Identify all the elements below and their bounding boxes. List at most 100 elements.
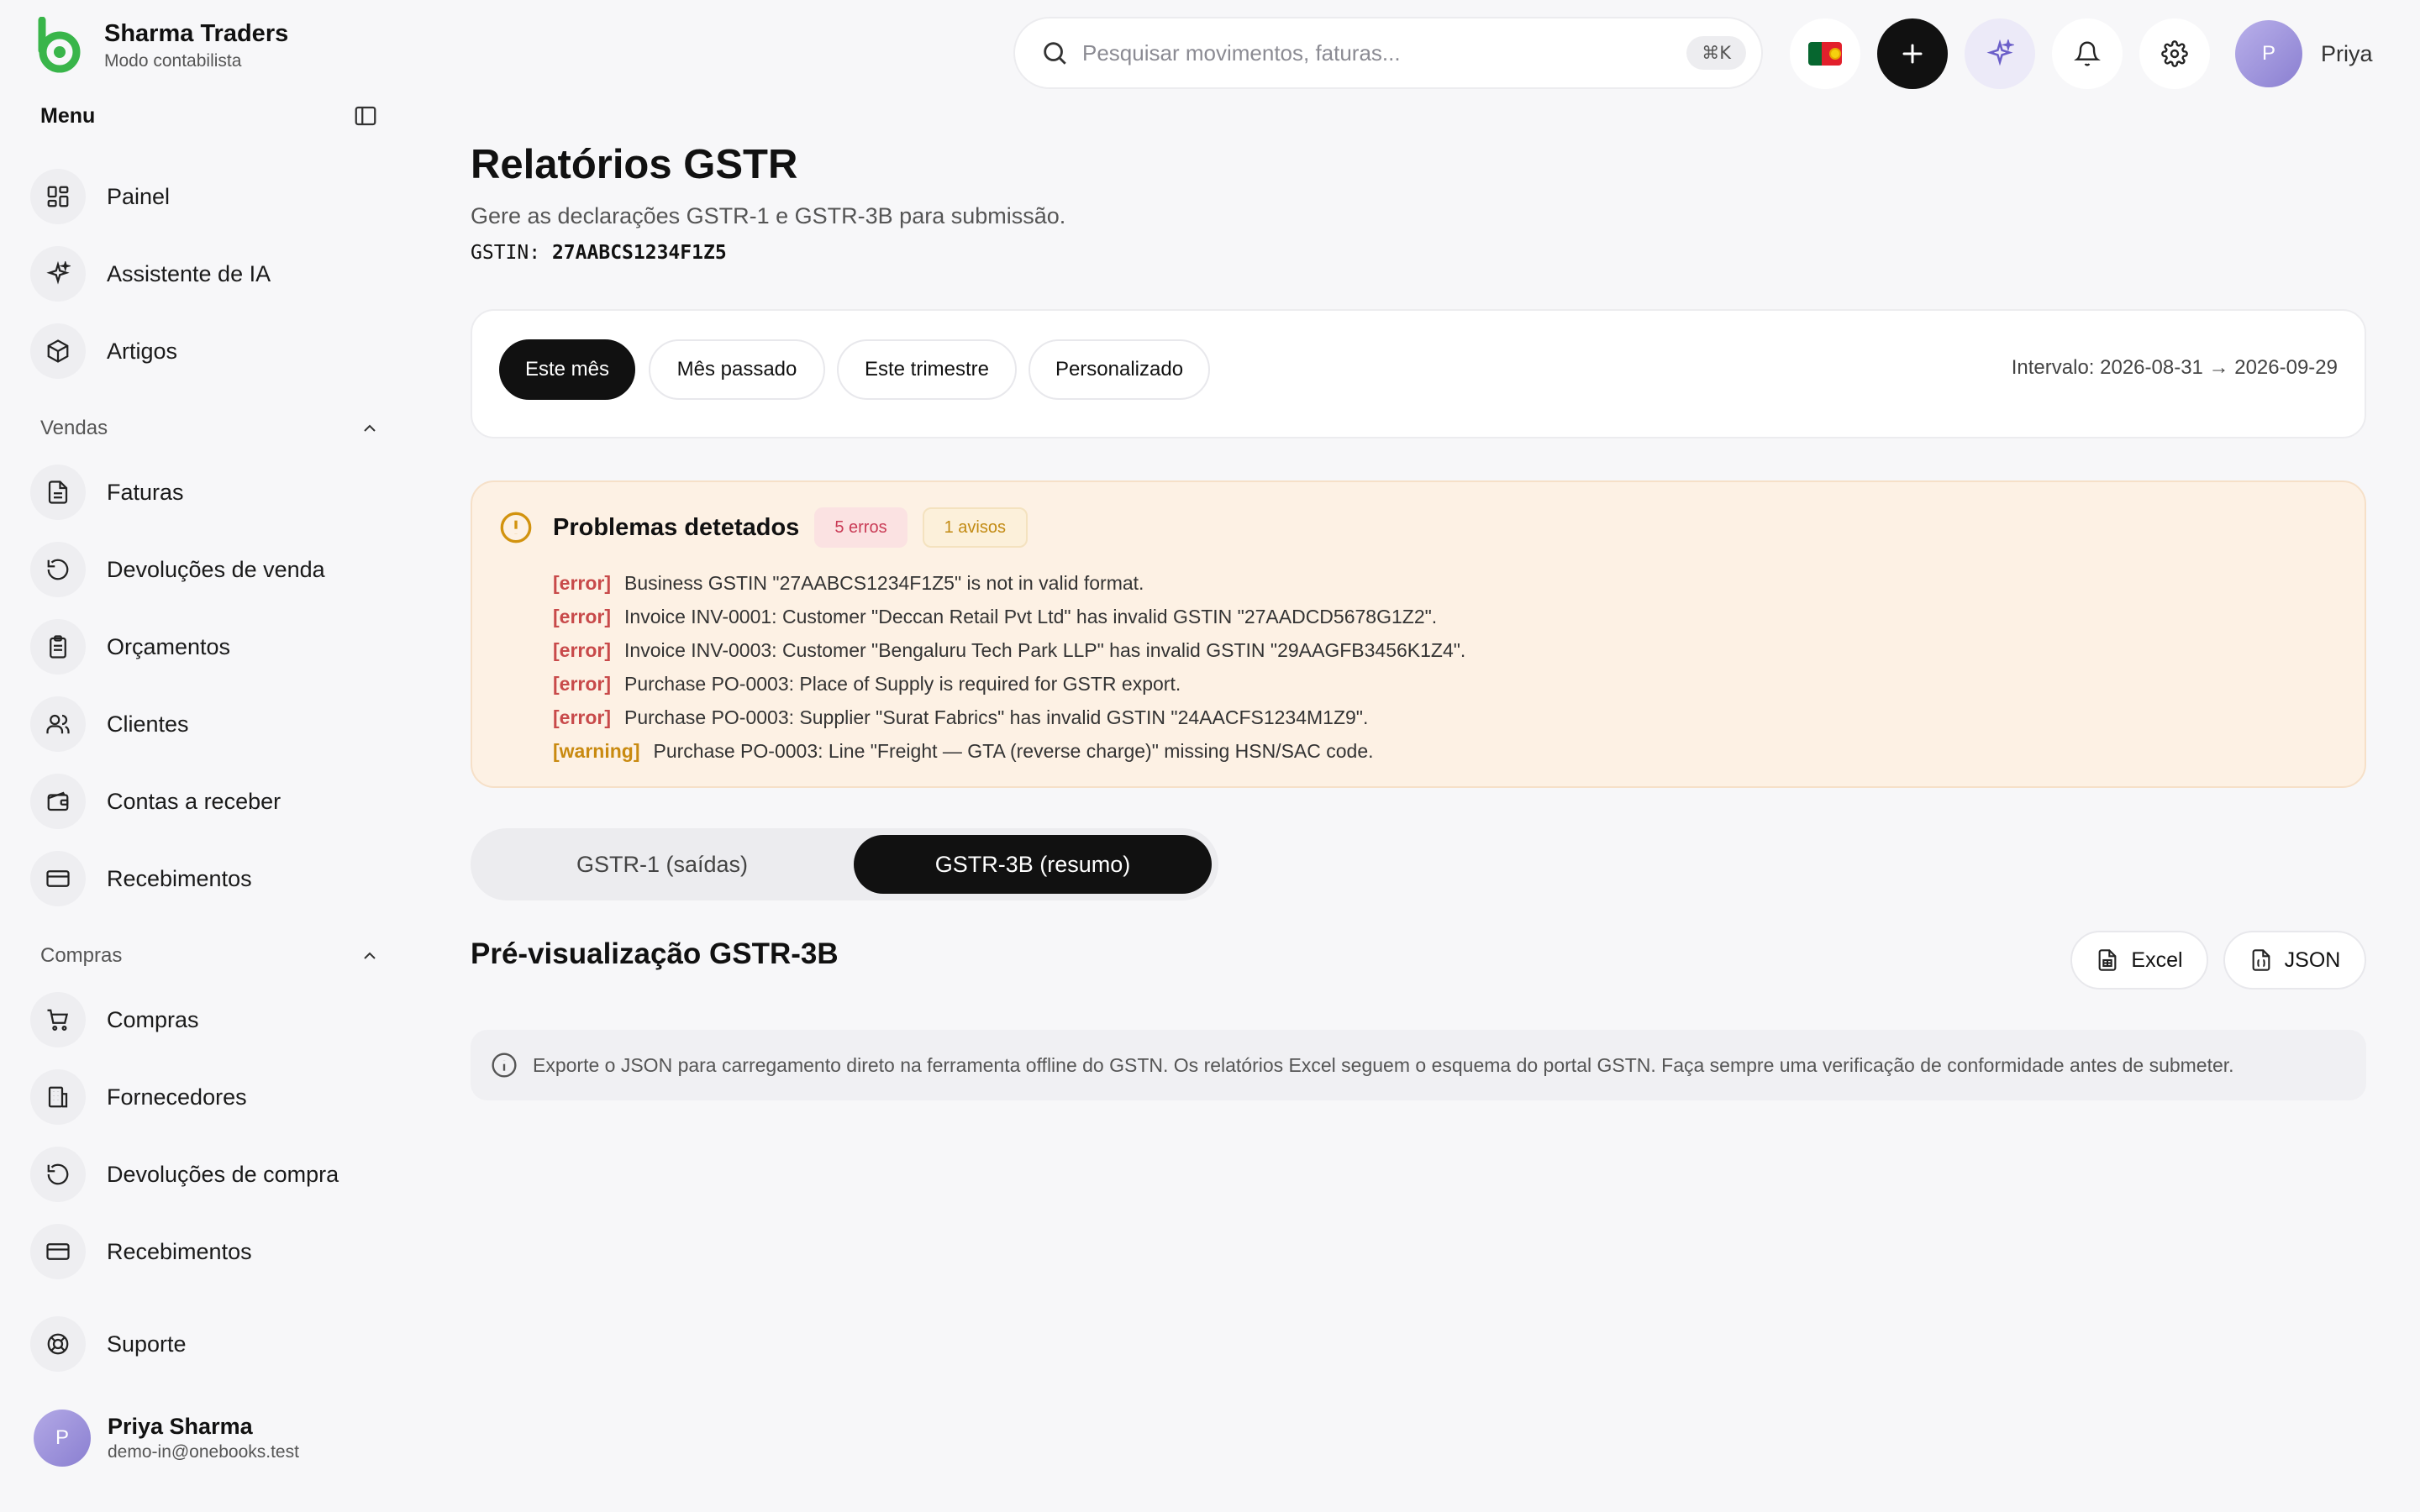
bell-icon	[2074, 41, 2101, 66]
sidebar-toggle-button[interactable]	[351, 102, 380, 130]
section-compras-header[interactable]: Compras	[40, 942, 380, 970]
sidebar-item-contas-receber[interactable]: Contas a receber	[30, 771, 383, 832]
dashboard-icon	[30, 169, 86, 224]
building-icon	[30, 1069, 86, 1125]
tab-gstr3b[interactable]: GSTR-3B (resumo)	[854, 835, 1212, 894]
date-range-text: Intervalo: 2026-08-31 → 2026-09-29	[2011, 356, 2338, 379]
issue-item: [warning] Purchase PO-0003: Line "Freight…	[553, 734, 1465, 768]
sidebar-user-card[interactable]: P Priya Sharma demo-in@onebooks.test	[34, 1410, 299, 1467]
issue-tag: [warning]	[553, 739, 640, 762]
sidebar-item-label: Contas a receber	[107, 788, 281, 814]
sidebar-item-label: Compras	[107, 1006, 199, 1032]
period-this-month-button[interactable]: Este mês	[499, 339, 635, 400]
sidebar-item-label: Devoluções de venda	[107, 556, 325, 582]
sidebar-item-label: Assistente de IA	[107, 260, 271, 286]
plus-icon	[1902, 44, 1923, 64]
export-json-label: JSON	[2284, 948, 2341, 972]
issue-tag: [error]	[553, 672, 612, 695]
sidebar-item-suporte[interactable]: Suporte	[30, 1314, 383, 1374]
notifications-button[interactable]	[2052, 18, 2123, 89]
ai-assistant-button[interactable]	[1965, 18, 2035, 89]
issue-text: Purchase PO-0003: Place of Supply is req…	[624, 672, 1181, 695]
chevron-up-icon	[364, 424, 376, 432]
sparkles-icon	[30, 246, 86, 302]
tab-gstr1[interactable]: GSTR-1 (saídas)	[477, 835, 847, 894]
warnings-badge: 1 avisos	[922, 507, 1028, 548]
issue-list: [error] Business GSTIN "27AABCS1234F1Z5" …	[553, 566, 1465, 768]
page-title: Relatórios GSTR	[471, 142, 798, 187]
sparkles-icon	[1986, 39, 2014, 66]
sidebar-item-recebimentos-compras[interactable]: Recebimentos	[30, 1221, 383, 1282]
issue-text: Invoice INV-0003: Customer "Bengaluru Te…	[624, 638, 1466, 661]
sidebar-item-label: Artigos	[107, 338, 178, 364]
sidebar-item-fornecedores[interactable]: Fornecedores	[30, 1067, 383, 1127]
wallet-icon	[30, 774, 86, 829]
sidebar-item-artigos[interactable]: Artigos	[30, 321, 383, 381]
issue-tag: [error]	[553, 571, 612, 594]
period-this-quarter-button[interactable]: Este trimestre	[837, 339, 1017, 400]
clipboard-icon	[30, 619, 86, 675]
language-button[interactable]	[1790, 18, 1860, 89]
issue-item: [error] Invoice INV-0001: Customer "Decca…	[553, 600, 1465, 633]
card-icon	[30, 1224, 86, 1279]
sidebar-item-clientes[interactable]: Clientes	[30, 694, 383, 754]
export-excel-label: Excel	[2131, 948, 2183, 972]
brand[interactable]: Sharma Traders Modo contabilista	[30, 17, 288, 76]
sidebar-item-devolucoes-venda[interactable]: Devoluções de venda	[30, 539, 383, 600]
menu-header: Menu	[40, 101, 380, 131]
sidebar-item-assistente[interactable]: Assistente de IA	[30, 244, 383, 304]
sidebar-item-label: Suporte	[107, 1331, 187, 1357]
sidebar-item-orcamentos[interactable]: Orçamentos	[30, 617, 383, 677]
gstin-line: GSTIN: 27AABCS1234F1Z5	[471, 242, 727, 264]
sidebar-item-compras[interactable]: Compras	[30, 990, 383, 1050]
user-email: demo-in@onebooks.test	[108, 1442, 299, 1462]
issue-text: Business GSTIN "27AABCS1234F1Z5" is not …	[624, 571, 1144, 594]
issue-tag: [error]	[553, 706, 612, 728]
period-last-month-button[interactable]: Mês passado	[649, 339, 825, 400]
box-icon	[30, 323, 86, 379]
export-excel-button[interactable]: Excel	[2070, 931, 2208, 990]
period-custom-button[interactable]: Personalizado	[1028, 339, 1210, 400]
user-name: Priya	[2321, 40, 2373, 66]
gstin-label: GSTIN:	[471, 242, 541, 264]
users-icon	[30, 696, 86, 752]
section-vendas-header[interactable]: Vendas	[40, 414, 380, 443]
card-icon	[30, 851, 86, 906]
issue-text: Purchase PO-0003: Supplier "Surat Fabric…	[624, 706, 1369, 728]
sidebar-item-painel[interactable]: Painel	[30, 166, 383, 227]
brand-name: Sharma Traders	[104, 20, 289, 47]
user-name: Priya Sharma	[108, 1414, 253, 1439]
menu-label: Menu	[40, 103, 96, 128]
cart-icon	[30, 992, 86, 1047]
issue-tag: [error]	[553, 638, 612, 661]
info-icon	[492, 1053, 517, 1078]
info-banner: Exporte o JSON para carregamento direto …	[471, 1030, 2366, 1100]
sidebar-item-devolucoes-compra[interactable]: Devoluções de compra	[30, 1144, 383, 1205]
lifebuoy-icon	[30, 1316, 86, 1372]
chevron-up-icon	[364, 952, 376, 959]
sidebar-item-recebimentos-vendas[interactable]: Recebimentos	[30, 848, 383, 909]
sidebar-item-label: Fornecedores	[107, 1084, 247, 1110]
issue-tag: [error]	[553, 605, 612, 627]
sidebar-item-label: Recebimentos	[107, 1238, 252, 1264]
spreadsheet-icon	[2099, 949, 2117, 971]
sidebar-item-faturas[interactable]: Faturas	[30, 462, 383, 522]
gear-icon	[2161, 40, 2188, 67]
add-button[interactable]	[1877, 18, 1948, 89]
issue-item: [error] Business GSTIN "27AABCS1234F1Z5" …	[553, 566, 1465, 600]
settings-button[interactable]	[2139, 18, 2210, 89]
search-input[interactable]	[1082, 39, 1687, 66]
sidebar-item-label: Devoluções de compra	[107, 1161, 339, 1187]
user-menu[interactable]: P Priya	[2235, 20, 2373, 87]
search-bar[interactable]: ⌘K	[1013, 17, 1763, 89]
issues-title: Problemas detetados	[553, 513, 800, 541]
avatar: P	[34, 1410, 91, 1467]
issues-panel: Problemas detetados 5 erros 1 avisos [er…	[471, 480, 2366, 788]
sidebar-toggle-icon	[355, 106, 376, 126]
file-icon	[30, 465, 86, 520]
json-file-icon	[2252, 949, 2270, 971]
sidebar: Sharma Traders Modo contabilista Menu Pa…	[0, 0, 412, 1512]
brand-subtitle: Modo contabilista	[104, 51, 242, 71]
issue-item: [error] Purchase PO-0003: Place of Supply…	[553, 667, 1465, 701]
export-json-button[interactable]: JSON	[2223, 931, 2366, 990]
